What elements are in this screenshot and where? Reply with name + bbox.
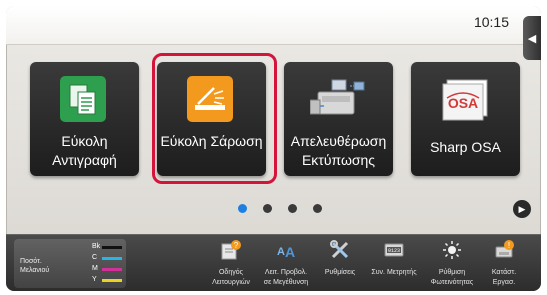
touch-panel: 10:15 ◀ Εύκολη Αντιγραφή Εύκολη Σάρωση Α…	[6, 6, 541, 291]
tile-label: Απελευθέρωση Εκτύπωσης	[290, 133, 387, 168]
toner-row-y: Y	[92, 276, 97, 283]
enlarge-display-icon: A A	[275, 239, 297, 261]
total-count-icon: 0123	[383, 239, 405, 261]
toner-row-c: C	[92, 254, 98, 261]
toner-bar-c	[102, 257, 122, 260]
selection-highlight	[152, 53, 277, 184]
operation-guide-button[interactable]: ? Οδηγός Λειτουργιών	[203, 235, 259, 291]
toner-row-bk: Bk	[92, 243, 101, 250]
sharp-osa-icon: OSA	[439, 76, 491, 122]
job-status-label: Κατάστ. Εργασ.	[491, 269, 517, 286]
settings-icon	[329, 239, 351, 261]
tile-label: Sharp OSA	[430, 139, 501, 155]
tile-easy-copy[interactable]: Εύκολη Αντιγραφή	[30, 62, 139, 176]
svg-text:?: ?	[234, 241, 239, 250]
next-page-button[interactable]: ▶	[513, 200, 531, 218]
toner-row-m: M	[92, 265, 98, 272]
job-status-icon: !	[493, 239, 515, 261]
tile-print-release[interactable]: Απελευθέρωση Εκτύπωσης	[284, 62, 393, 176]
status-bar: 10:15	[6, 6, 541, 45]
settings-button[interactable]: Ρυθμίσεις	[312, 235, 368, 291]
toner-bar-y	[102, 279, 122, 282]
brightness-icon	[441, 239, 463, 261]
page-dot-2[interactable]	[263, 204, 272, 213]
tile-sharp-osa[interactable]: OSA Sharp OSA	[411, 62, 520, 176]
toner-bar-bk	[102, 246, 122, 249]
tile-label: Εύκολη Αντιγραφή	[52, 133, 117, 168]
clock: 10:15	[473, 14, 509, 30]
enlarge-display-button[interactable]: A A Λειτ. Προβολ. σε Μεγέθυνση	[258, 235, 314, 291]
svg-text:A: A	[285, 244, 295, 260]
toner-title: Ποσότ. Μελανιού	[20, 258, 50, 274]
print-release-icon	[309, 76, 366, 122]
page-dot-4[interactable]	[313, 204, 322, 213]
svg-text:A: A	[277, 246, 285, 258]
svg-text:0123: 0123	[388, 248, 400, 254]
page-dot-1[interactable]	[238, 204, 247, 213]
svg-text:OSA: OSA	[448, 95, 478, 111]
copy-icon	[60, 76, 106, 122]
job-status-button[interactable]: ! Κατάστ. Εργασ.	[476, 235, 532, 291]
chevron-left-icon: ◀	[527, 32, 537, 45]
page-dot-3[interactable]	[288, 204, 297, 213]
total-count-button[interactable]: 0123 Συν. Μετρητής	[366, 235, 422, 291]
svg-text:!: !	[508, 241, 510, 250]
operation-guide-icon: ?	[220, 239, 242, 261]
play-right-icon: ▶	[518, 203, 526, 214]
toner-level-panel[interactable]: Ποσότ. Μελανιού Bk C M Y	[14, 239, 126, 288]
side-panel-tab[interactable]: ◀	[523, 16, 541, 60]
total-count-label: Συν. Μετρητής	[371, 269, 417, 276]
bottom-toolbar: Ποσότ. Μελανιού Bk C M Y ? Οδηγός Λειτου…	[6, 234, 541, 291]
toner-bar-m	[102, 268, 122, 271]
